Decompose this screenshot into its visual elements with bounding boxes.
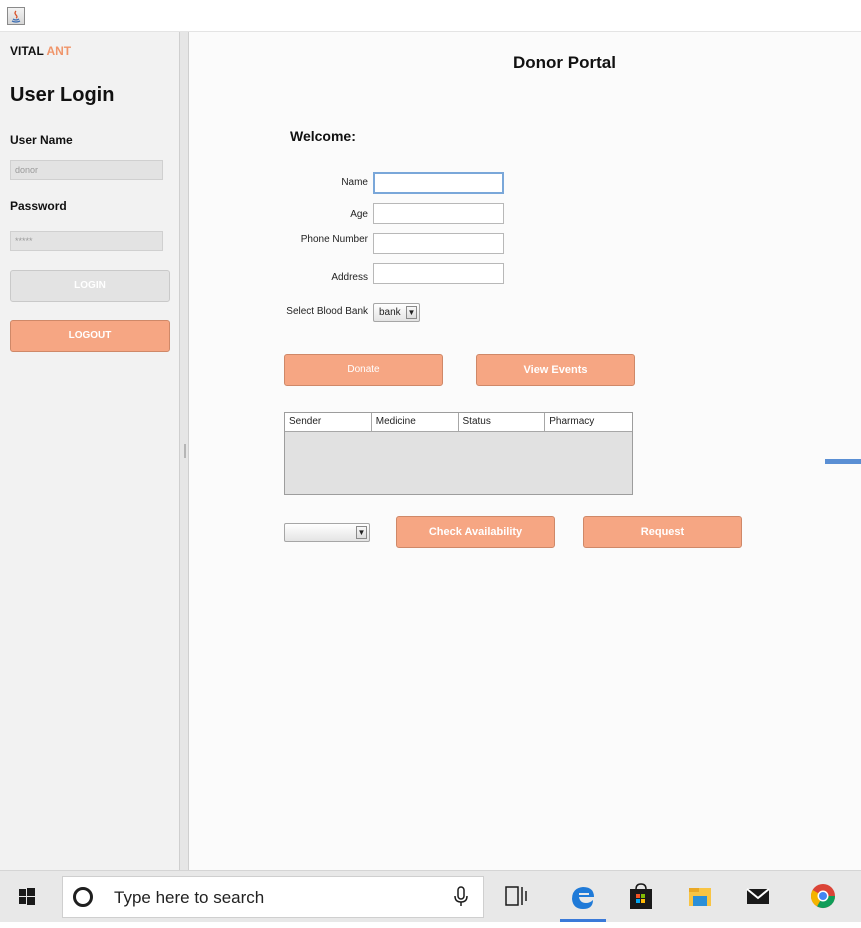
- request-button[interactable]: Request: [583, 516, 742, 548]
- scroll-indicator: [825, 459, 861, 464]
- password-label: Password: [10, 199, 67, 213]
- divider-grip[interactable]: [184, 444, 186, 458]
- split-pane-divider[interactable]: [179, 32, 189, 870]
- column-header-medicine[interactable]: Medicine: [372, 413, 459, 431]
- brand-accent: ANT: [46, 44, 72, 58]
- blood-bank-label: Select Blood Bank: [286, 306, 368, 317]
- taskbar-search[interactable]: Type here to search: [62, 876, 484, 918]
- login-sidebar: VITAL ANT User Login User Name donor Pas…: [0, 32, 179, 870]
- brand-name: VITAL: [10, 44, 44, 58]
- check-availability-button[interactable]: Check Availability: [396, 516, 555, 548]
- page-title: Donor Portal: [513, 53, 616, 72]
- password-field[interactable]: *****: [10, 231, 163, 251]
- welcome-heading: Welcome:: [290, 128, 356, 144]
- age-label: Age: [350, 209, 368, 220]
- chevron-down-icon[interactable]: ▼: [406, 306, 417, 319]
- store-icon[interactable]: [624, 879, 658, 913]
- name-field[interactable]: [373, 172, 504, 194]
- column-header-status[interactable]: Status: [459, 413, 546, 431]
- column-header-sender[interactable]: Sender: [285, 413, 372, 431]
- cortana-icon[interactable]: [73, 887, 93, 907]
- medicine-select[interactable]: ▼: [284, 523, 370, 542]
- donate-button[interactable]: Donate: [284, 354, 443, 386]
- username-label: User Name: [10, 133, 73, 147]
- address-field[interactable]: [373, 263, 504, 284]
- age-field[interactable]: [373, 203, 504, 224]
- java-icon[interactable]: [7, 7, 25, 25]
- login-button[interactable]: LOGIN: [10, 270, 170, 302]
- edge-icon[interactable]: [560, 879, 606, 922]
- windows-start-icon[interactable]: [0, 871, 54, 923]
- phone-label: Phone Number: [300, 234, 368, 245]
- brand-logo: VITAL ANT: [10, 44, 71, 58]
- login-title: User Login: [10, 84, 115, 106]
- microphone-icon[interactable]: [453, 886, 469, 913]
- donor-portal-panel: Donor Portal Welcome: Name Age Phone Num…: [189, 32, 861, 870]
- task-view-icon[interactable]: [499, 879, 533, 913]
- mail-icon[interactable]: [741, 879, 775, 913]
- windows-taskbar: Type here to search: [0, 870, 861, 922]
- view-events-button[interactable]: View Events: [476, 354, 635, 386]
- column-header-pharmacy[interactable]: Pharmacy: [545, 413, 632, 431]
- table-header: Sender Medicine Status Pharmacy: [285, 413, 632, 432]
- username-field[interactable]: donor: [10, 160, 163, 180]
- title-bar: [0, 0, 861, 32]
- address-label: Address: [331, 272, 368, 283]
- name-label: Name: [341, 177, 368, 188]
- search-placeholder: Type here to search: [114, 888, 265, 907]
- logout-button[interactable]: LOGOUT: [10, 320, 170, 352]
- file-explorer-icon[interactable]: [683, 879, 717, 913]
- blood-bank-value: bank: [379, 307, 401, 318]
- chrome-icon[interactable]: [806, 879, 840, 913]
- phone-field[interactable]: [373, 233, 504, 254]
- requests-table: Sender Medicine Status Pharmacy: [284, 412, 633, 495]
- chevron-down-icon[interactable]: ▼: [356, 526, 367, 539]
- blood-bank-select[interactable]: bank ▼: [373, 303, 420, 322]
